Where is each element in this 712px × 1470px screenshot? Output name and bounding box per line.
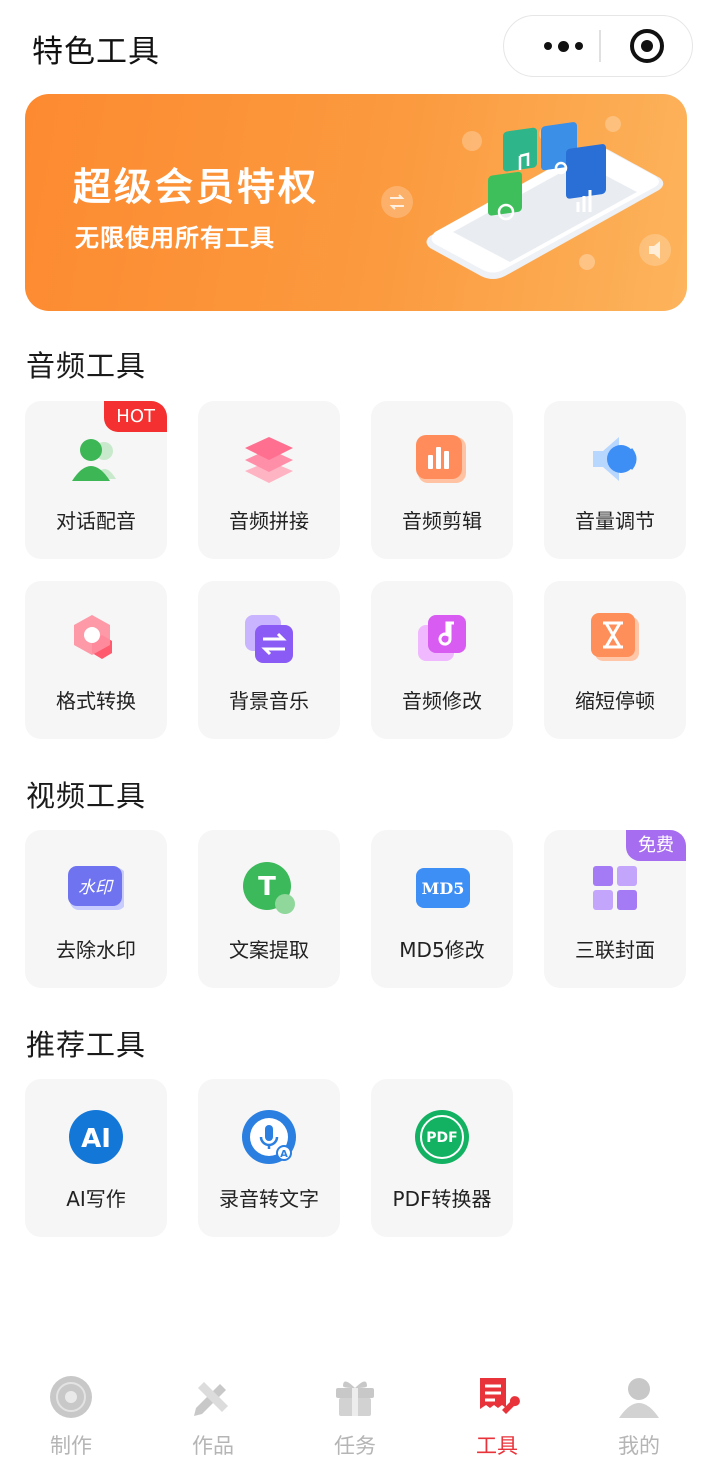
hourglass-icon: [591, 613, 639, 661]
tool-label: AI写作: [66, 1187, 126, 1211]
person-icon: [619, 1378, 659, 1418]
svg-text:A: A: [280, 1149, 288, 1160]
svg-text:PDF: PDF: [426, 1130, 457, 1146]
tool-md5-modify[interactable]: MD5 MD5修改: [371, 830, 513, 988]
watermark-icon: 水印: [68, 866, 124, 910]
free-badge: 免费: [626, 830, 686, 861]
tool-ai-writing[interactable]: AI AI写作: [25, 1079, 167, 1237]
tab-tools[interactable]: 工具: [426, 1360, 568, 1470]
tool-label: PDF转换器: [392, 1187, 492, 1211]
tool-label: 录音转文字: [219, 1187, 319, 1211]
tool-label: 缩短停顿: [575, 689, 655, 713]
tool-speech-to-text[interactable]: A 录音转文字: [198, 1079, 340, 1237]
tab-works[interactable]: 作品: [142, 1360, 284, 1470]
toolbox-icon: [480, 1378, 520, 1414]
tab-label: 制作: [50, 1434, 92, 1458]
md5-icon: MD5: [416, 868, 470, 908]
tool-label: 去除水印: [56, 938, 136, 962]
tab-label: 作品: [192, 1434, 234, 1458]
tool-label: 背景音乐: [229, 689, 309, 713]
section-title-recommend: 推荐工具: [26, 1028, 147, 1062]
hexagon-icon: [74, 615, 112, 659]
mini-program-capsule: [503, 15, 693, 77]
svg-text:水印: 水印: [78, 878, 114, 898]
tool-dialogue-dubbing[interactable]: HOT 对话配音: [25, 401, 167, 559]
tab-make[interactable]: 制作: [0, 1360, 142, 1470]
microphone-icon: A: [242, 1110, 296, 1164]
tool-label: 音量调节: [575, 509, 655, 533]
disc-icon: [50, 1376, 92, 1418]
tool-label: 三联封面: [575, 938, 655, 962]
layers-icon: [245, 437, 293, 483]
tool-label: 对话配音: [56, 509, 136, 533]
section-title-video: 视频工具: [26, 779, 147, 813]
tool-shorten-pause[interactable]: 缩短停顿: [544, 581, 686, 739]
text-extract-icon: T: [243, 862, 295, 914]
gift-icon: [336, 1381, 374, 1416]
tool-label: 音频修改: [402, 689, 482, 713]
svg-text:T: T: [258, 872, 276, 902]
svg-text:AI: AI: [81, 1124, 111, 1154]
close-mini-program-icon[interactable]: [630, 29, 664, 63]
capsule-divider: [599, 30, 601, 62]
tool-audio-modify[interactable]: 音频修改: [371, 581, 513, 739]
tool-label: MD5修改: [399, 938, 485, 962]
tool-volume-adjust[interactable]: 音量调节: [544, 401, 686, 559]
tool-format-convert[interactable]: 格式转换: [25, 581, 167, 739]
tab-label: 我的: [618, 1434, 660, 1458]
tool-pdf-converter[interactable]: PDF PDF转换器: [371, 1079, 513, 1237]
banner-title: 超级会员特权: [73, 165, 320, 209]
tool-text-extract[interactable]: T 文案提取: [198, 830, 340, 988]
tab-mine[interactable]: 我的: [568, 1360, 710, 1470]
more-options-button[interactable]: [528, 16, 598, 76]
tab-label: 工具: [476, 1434, 518, 1458]
speaker-icon: [593, 437, 637, 481]
grid-icon: [593, 866, 637, 910]
bar-chart-icon: [416, 435, 466, 483]
bottom-tab-bar: 制作 作品 任务 工具 我的: [0, 1360, 712, 1470]
vip-banner[interactable]: 超级会员特权 无限使用所有工具: [25, 94, 687, 311]
music-note-icon: [418, 615, 466, 661]
tool-label: 音频拼接: [229, 509, 309, 533]
phone-illustration-icon: [381, 116, 671, 279]
svg-text:MD5: MD5: [422, 879, 465, 898]
tool-audio-edit[interactable]: 音频剪辑: [371, 401, 513, 559]
pencil-ruler-icon: [194, 1382, 228, 1416]
page-title: 特色工具: [32, 34, 160, 70]
nav-header: 特色工具: [0, 0, 712, 94]
tool-label: 格式转换: [56, 689, 136, 713]
tool-triptych-cover[interactable]: 免费 三联封面: [544, 830, 686, 988]
tool-label: 音频剪辑: [402, 509, 482, 533]
pdf-icon: PDF: [415, 1110, 469, 1164]
section-title-audio: 音频工具: [26, 349, 147, 383]
tab-tasks[interactable]: 任务: [284, 1360, 426, 1470]
tool-audio-splice[interactable]: 音频拼接: [198, 401, 340, 559]
tab-label: 任务: [334, 1434, 376, 1458]
tool-remove-watermark[interactable]: 水印 去除水印: [25, 830, 167, 988]
swap-icon: [245, 615, 293, 663]
ai-icon: AI: [69, 1110, 123, 1164]
tool-label: 文案提取: [229, 938, 309, 962]
users-icon: [72, 439, 116, 481]
banner-subtitle: 无限使用所有工具: [75, 224, 275, 252]
hot-badge: HOT: [104, 401, 167, 432]
tool-background-music[interactable]: 背景音乐: [198, 581, 340, 739]
